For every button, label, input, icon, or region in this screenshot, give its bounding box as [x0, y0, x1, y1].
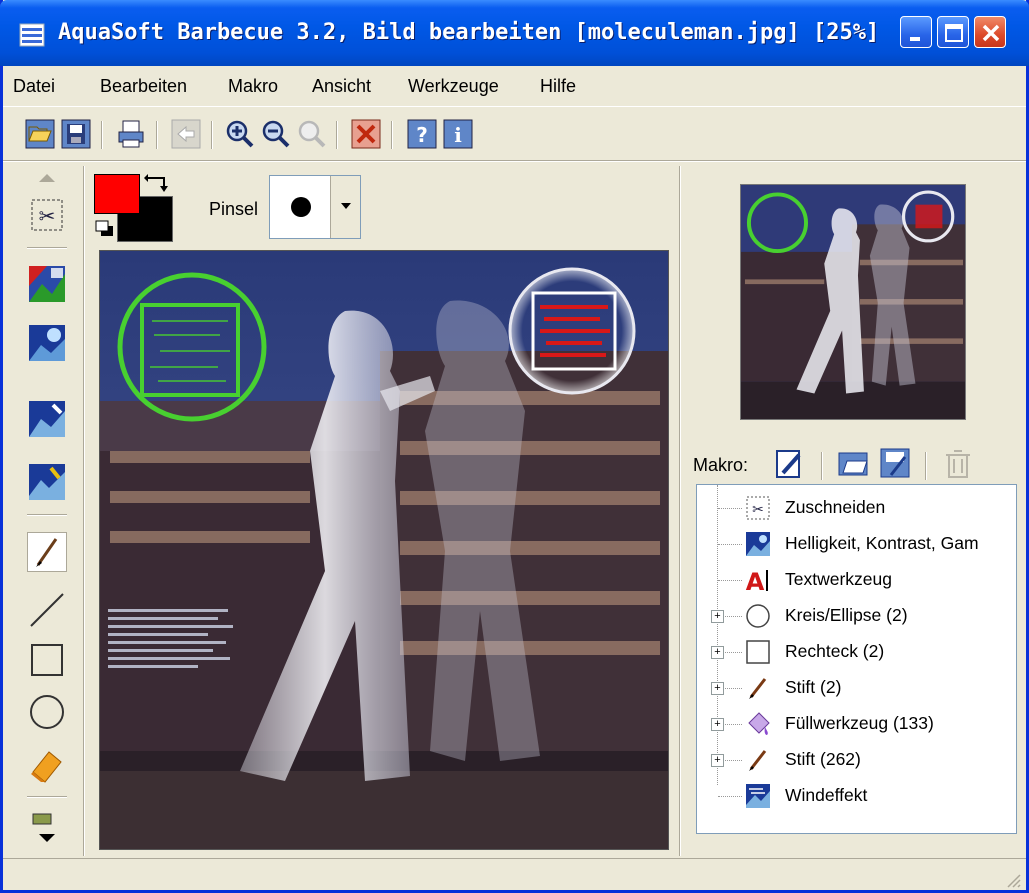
macro-delete-icon[interactable] — [941, 447, 975, 481]
reset-colors-icon[interactable] — [95, 220, 117, 240]
preview-thumbnail — [741, 185, 965, 419]
tree-item-label: Stift (262) — [785, 749, 861, 769]
help-icon[interactable]: ? — [407, 119, 437, 149]
menu-hilfe[interactable]: Hilfe — [540, 76, 576, 97]
edited-image[interactable] — [100, 251, 669, 850]
info-icon[interactable]: i — [443, 119, 473, 149]
brightness-tool-icon[interactable] — [27, 323, 67, 363]
ellipse-tool-icon[interactable] — [27, 692, 67, 732]
swap-colors-icon[interactable] — [144, 172, 172, 194]
tree-item-label: Helligkeit, Kontrast, Gam — [785, 533, 979, 553]
zoom-out-icon[interactable] — [261, 119, 291, 149]
ellipse-icon — [746, 604, 770, 628]
svg-text:i: i — [454, 123, 462, 147]
expand-toggle[interactable]: + — [711, 754, 724, 767]
back-icon[interactable] — [171, 119, 201, 149]
save-icon[interactable] — [61, 119, 91, 149]
tree-item-label: Textwerkzeug — [785, 569, 892, 589]
resize-grip-icon[interactable] — [1004, 871, 1022, 889]
toolbar: ? i — [3, 106, 1026, 160]
minimize-button[interactable] — [900, 16, 932, 48]
brightness-icon — [746, 532, 770, 556]
open-icon[interactable] — [25, 119, 55, 149]
expand-toggle[interactable]: + — [711, 610, 724, 623]
macro-edit-icon[interactable] — [773, 447, 807, 481]
image-preview[interactable] — [740, 184, 966, 420]
wind-effect-icon — [746, 784, 770, 808]
zoom-fit-icon[interactable] — [297, 119, 327, 149]
tree-item-textwerkzeug[interactable]: A Textwerkzeug — [697, 561, 1016, 597]
tree-item-helligkeit[interactable]: Helligkeit, Kontrast, Gam — [697, 525, 1016, 561]
tree-item-label: Zuschneiden — [785, 497, 886, 517]
window-title: AquaSoft Barbecue 3.2, Bild bearbeiten [… — [58, 20, 880, 45]
text-tool-icon: A — [746, 568, 768, 593]
cancel-icon[interactable] — [351, 119, 381, 149]
expand-toggle[interactable]: + — [711, 646, 724, 659]
svg-text:✂: ✂ — [39, 206, 56, 228]
scroll-up-icon[interactable] — [37, 172, 57, 184]
expand-toggle[interactable]: + — [711, 718, 724, 731]
menu-werkzeuge[interactable]: Werkzeuge — [408, 76, 499, 97]
svg-text:✂: ✂ — [752, 501, 764, 517]
menu-makro[interactable]: Makro — [228, 76, 278, 97]
brush-dropdown-button[interactable] — [330, 176, 360, 238]
tree-item-windeffekt[interactable]: Windeffekt — [697, 777, 1016, 813]
tree-item-label: Windeffekt — [785, 785, 868, 805]
menu-bar: Datei Bearbeiten Makro Ansicht Werkzeuge… — [3, 66, 1026, 106]
foreground-color-swatch[interactable] — [94, 174, 140, 214]
eraser-tool-icon[interactable] — [27, 744, 67, 784]
line-tool-icon[interactable] — [27, 590, 67, 630]
more-tools-icon[interactable] — [27, 810, 67, 850]
menu-bearbeiten[interactable]: Bearbeiten — [100, 76, 187, 97]
tree-item-rechteck[interactable]: + Rechteck (2) — [697, 633, 1016, 669]
expand-toggle[interactable]: + — [711, 682, 724, 695]
tree-item-label: Kreis/Ellipse (2) — [785, 605, 908, 625]
tree-item-zuschneiden[interactable]: ✂ Zuschneiden — [697, 489, 1016, 525]
rectangle-icon — [746, 640, 770, 664]
macro-label: Makro: — [693, 455, 749, 475]
fill-tool-icon — [748, 712, 770, 735]
menu-ansicht[interactable]: Ansicht — [312, 76, 371, 97]
app-window: AquaSoft Barbecue 3.2, Bild bearbeiten [… — [0, 0, 1029, 893]
pen-icon — [749, 678, 767, 699]
zoom-in-icon[interactable] — [225, 119, 255, 149]
rectangle-tool-icon[interactable] — [27, 640, 67, 680]
tree-item-label: Füllwerkzeug (133) — [785, 713, 934, 733]
svg-text:?: ? — [416, 123, 428, 147]
tree-item-label: Stift (2) — [785, 677, 842, 697]
macro-open-icon[interactable] — [837, 447, 871, 481]
app-icon — [19, 23, 45, 47]
tree-item-kreis-ellipse[interactable]: + Kreis/Ellipse (2) — [697, 597, 1016, 633]
maximize-button[interactable] — [937, 16, 969, 48]
brush-tool-button[interactable] — [27, 532, 67, 572]
sharpen-tool-icon[interactable] — [27, 399, 67, 439]
print-icon[interactable] — [116, 119, 146, 149]
menu-datei[interactable]: Datei — [13, 76, 55, 97]
close-button[interactable] — [974, 16, 1006, 48]
brush-tool-icon — [36, 538, 58, 567]
brush-label: Pinsel — [209, 199, 259, 219]
brush-shape-select[interactable] — [269, 175, 361, 239]
svg-text:A: A — [746, 568, 765, 593]
tree-item-stift-2[interactable]: + Stift (2) — [697, 669, 1016, 705]
crop-icon: ✂ — [746, 496, 770, 520]
tree-item-stift-262[interactable]: + Stift (262) — [697, 741, 1016, 777]
tree-item-label: Rechteck (2) — [785, 641, 885, 661]
macro-tree[interactable]: ✂ Zuschneiden Helligkeit, Kontrast, Gam … — [696, 484, 1017, 834]
status-bar — [3, 858, 1026, 893]
pen-icon — [749, 750, 767, 771]
title-bar[interactable]: AquaSoft Barbecue 3.2, Bild bearbeiten [… — [0, 0, 1029, 66]
tree-item-fuellwerkzeug[interactable]: + Füllwerkzeug (133) — [697, 705, 1016, 741]
color-tool-icon[interactable] — [27, 264, 67, 304]
crop-tool-icon[interactable]: ✂ — [27, 195, 67, 235]
macro-save-icon[interactable] — [879, 447, 913, 481]
brush-preview-dot — [291, 197, 311, 217]
wind-tool-icon[interactable] — [27, 462, 67, 502]
image-canvas[interactable] — [99, 250, 669, 850]
